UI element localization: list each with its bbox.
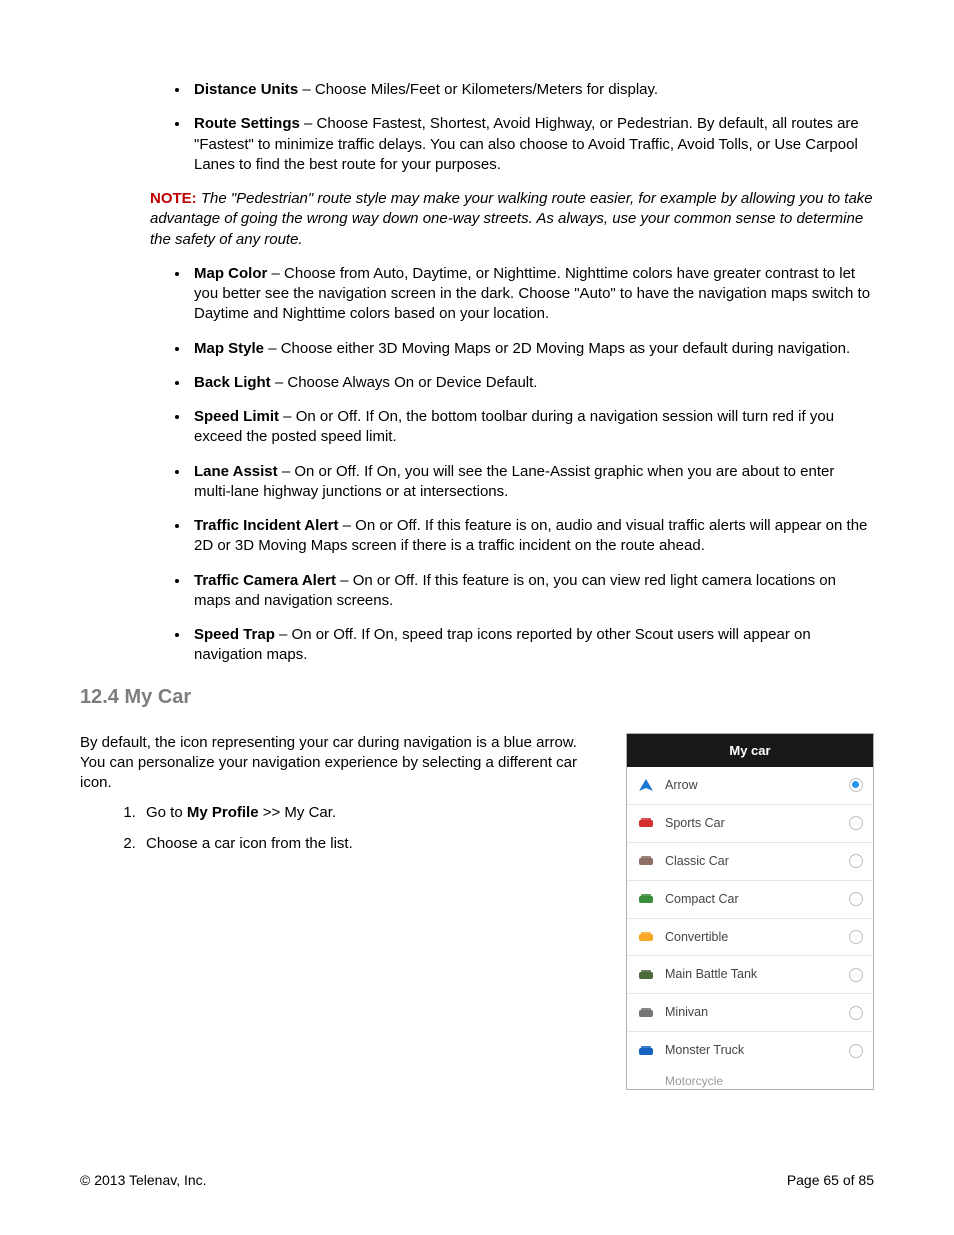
car-icon	[637, 778, 655, 792]
mycar-option-label: Main Battle Tank	[665, 966, 849, 983]
option-term: Speed Trap	[194, 626, 275, 643]
option-item: Traffic Incident Alert – On or Off. If t…	[190, 516, 874, 557]
mycar-option[interactable]: Sports Car	[627, 805, 873, 843]
section-heading: 12.4 My Car	[80, 684, 874, 711]
option-item: Distance Units – Choose Miles/Feet or Ki…	[190, 80, 874, 100]
mycar-option[interactable]: Arrow	[627, 767, 873, 805]
note-paragraph: NOTE: The "Pedestrian" route style may m…	[80, 189, 874, 250]
step-1-bold: My Profile	[187, 804, 259, 821]
document-page: Distance Units – Choose Miles/Feet or Ki…	[0, 0, 954, 1235]
option-term: Map Color	[194, 265, 267, 282]
option-term: Route Settings	[194, 115, 300, 132]
radio-icon[interactable]	[849, 1006, 863, 1020]
mycar-option-label: Minivan	[665, 1004, 849, 1021]
mycar-option-label: Sports Car	[665, 815, 849, 832]
radio-icon[interactable]	[849, 1044, 863, 1058]
note-text: The "Pedestrian" route style may make yo…	[150, 190, 873, 248]
intro-paragraph: By default, the icon representing your c…	[80, 733, 606, 794]
step-1: Go to My Profile >> My Car.	[140, 803, 606, 823]
car-icon	[637, 892, 655, 906]
car-icon	[637, 1044, 655, 1058]
option-term: Distance Units	[194, 81, 298, 98]
option-desc: – Choose from Auto, Daytime, or Nighttim…	[194, 265, 870, 323]
mycar-option[interactable]: Convertible	[627, 919, 873, 957]
mycar-option[interactable]: Main Battle Tank	[627, 956, 873, 994]
mycar-option-label: Classic Car	[665, 853, 849, 870]
car-icon	[637, 968, 655, 982]
option-desc: – Choose Miles/Feet or Kilometers/Meters…	[298, 81, 658, 98]
option-item: Lane Assist – On or Off. If On, you will…	[190, 462, 874, 503]
option-term: Traffic Camera Alert	[194, 572, 336, 589]
car-icon	[637, 930, 655, 944]
option-desc: – On or Off. If On, the bottom toolbar d…	[194, 408, 834, 445]
mycar-screenshot: My car Arrow Sports Car Classic Car Compact…	[626, 733, 874, 1091]
radio-icon[interactable]	[849, 816, 863, 830]
footer-page-number: Page 65 of 85	[787, 1171, 874, 1190]
option-term: Lane Assist	[194, 463, 278, 480]
option-desc: – Choose either 3D Moving Maps or 2D Mov…	[264, 340, 850, 357]
mycar-option-label: Monster Truck	[665, 1042, 849, 1059]
option-item: Speed Trap – On or Off. If On, speed tra…	[190, 625, 874, 666]
car-icon	[637, 1006, 655, 1020]
mycar-list: Arrow Sports Car Classic Car Compact Car Con…	[627, 767, 873, 1069]
option-item: Back Light – Choose Always On or Device …	[190, 373, 874, 393]
step-2: Choose a car icon from the list.	[140, 834, 606, 854]
car-icon	[637, 816, 655, 830]
steps-list: Go to My Profile >> My Car. Choose a car…	[80, 803, 606, 854]
mycar-option-label: Compact Car	[665, 891, 849, 908]
radio-icon[interactable]	[849, 968, 863, 982]
radio-icon[interactable]	[849, 778, 863, 792]
option-term: Speed Limit	[194, 408, 279, 425]
option-item: Map Style – Choose either 3D Moving Maps…	[190, 339, 874, 359]
options-list-top: Distance Units – Choose Miles/Feet or Ki…	[80, 80, 874, 175]
mycar-option[interactable]: Monster Truck	[627, 1032, 873, 1069]
mycar-option-label: Arrow	[665, 777, 849, 794]
option-desc: – Choose Always On or Device Default.	[271, 374, 538, 391]
mycar-option[interactable]: Compact Car	[627, 881, 873, 919]
footer-copyright: © 2013 Telenav, Inc.	[80, 1171, 207, 1190]
option-desc: – On or Off. If On, you will see the Lan…	[194, 463, 834, 500]
radio-icon[interactable]	[849, 930, 863, 944]
mycar-peek-item: Motorcycle	[627, 1069, 873, 1089]
mycar-header: My car	[627, 734, 873, 768]
option-term: Back Light	[194, 374, 271, 391]
option-item: Route Settings – Choose Fastest, Shortes…	[190, 114, 874, 175]
option-item: Map Color – Choose from Auto, Daytime, o…	[190, 264, 874, 325]
mycar-option[interactable]: Minivan	[627, 994, 873, 1032]
page-footer: © 2013 Telenav, Inc. Page 65 of 85	[80, 1171, 874, 1190]
mycar-option[interactable]: Classic Car	[627, 843, 873, 881]
option-desc: – On or Off. If On, speed trap icons rep…	[194, 626, 811, 663]
left-column: By default, the icon representing your c…	[80, 733, 606, 1091]
mycar-option-label: Convertible	[665, 929, 849, 946]
option-item: Traffic Camera Alert – On or Off. If thi…	[190, 571, 874, 612]
options-list-bottom: Map Color – Choose from Auto, Daytime, o…	[80, 264, 874, 666]
radio-icon[interactable]	[849, 892, 863, 906]
content-columns: By default, the icon representing your c…	[80, 733, 874, 1091]
option-term: Map Style	[194, 340, 264, 357]
radio-icon[interactable]	[849, 854, 863, 868]
car-icon	[637, 854, 655, 868]
option-term: Traffic Incident Alert	[194, 517, 338, 534]
option-item: Speed Limit – On or Off. If On, the bott…	[190, 407, 874, 448]
note-label: NOTE:	[150, 190, 197, 207]
